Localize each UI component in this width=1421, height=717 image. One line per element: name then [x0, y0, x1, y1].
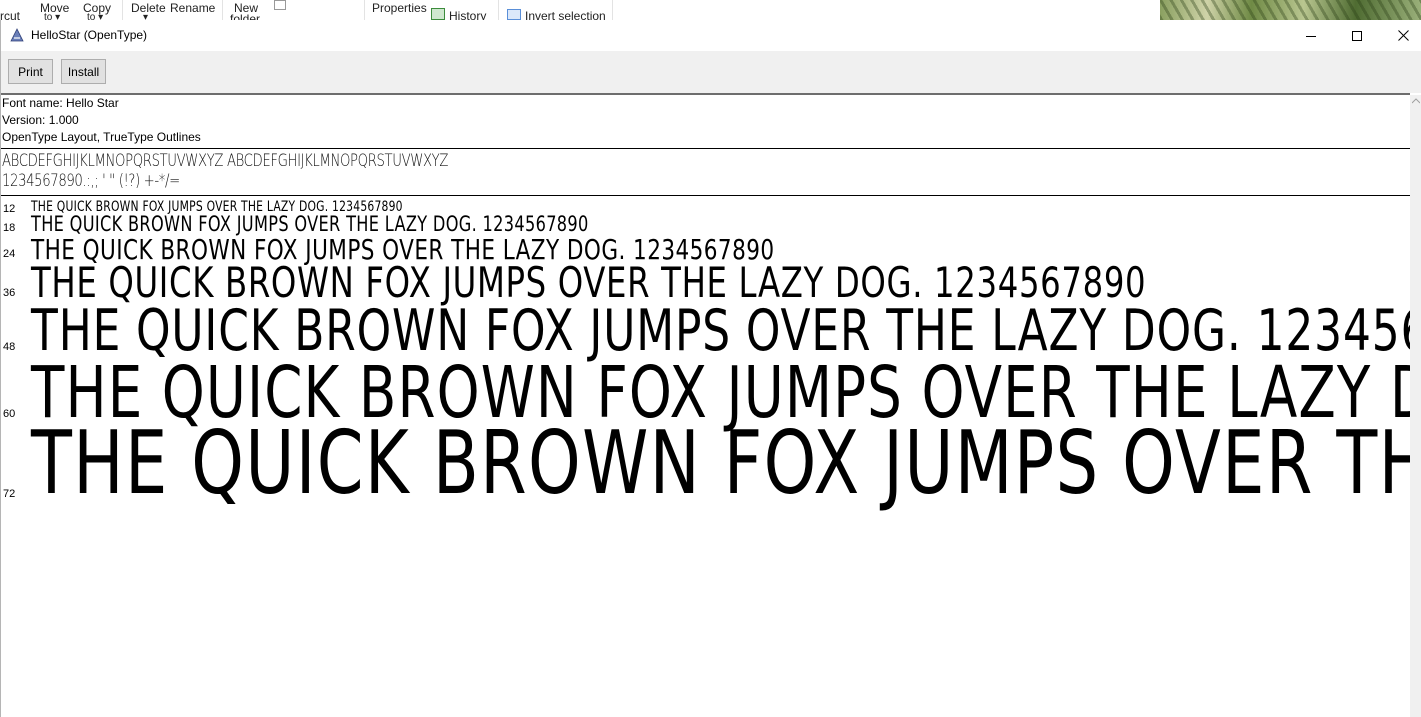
invert-selection-icon — [507, 9, 521, 20]
sample-size-label: 48 — [3, 341, 16, 353]
ribbon-history-button[interactable]: History — [449, 9, 486, 20]
ribbon-invert-selection-button[interactable]: Invert selection — [525, 9, 606, 20]
ribbon-separator — [498, 0, 499, 20]
sample-size-label: 60 — [3, 408, 16, 420]
ribbon-cut-label[interactable]: rcut — [0, 9, 20, 20]
minimize-button[interactable] — [1288, 20, 1334, 51]
ribbon-separator — [364, 0, 365, 20]
ribbon-checkbox-icon[interactable] — [274, 0, 286, 10]
font-samples-area: 12 THE QUICK BROWN FOX JUMPS OVER THE LA… — [1, 195, 1410, 717]
font-name-label: Font name: Hello Star — [2, 96, 119, 110]
print-button[interactable]: Print — [8, 59, 53, 84]
minimize-icon — [1306, 35, 1316, 37]
title-bar[interactable]: HelloStar (OpenType) — [1, 20, 1421, 51]
window-title: HelloStar (OpenType) — [31, 28, 148, 42]
maximize-button[interactable] — [1334, 20, 1380, 51]
desktop-wallpaper — [1160, 0, 1421, 20]
content-border — [1, 93, 1410, 95]
font-app-icon — [10, 28, 24, 42]
sample-size-label: 18 — [3, 222, 16, 234]
font-version-label: Version: 1.000 — [2, 113, 79, 127]
font-viewer-window: HelloStar (OpenType) Print Install Font … — [0, 20, 1421, 717]
close-button[interactable] — [1380, 20, 1421, 51]
ribbon-new-folder-sub: folder — [230, 12, 261, 20]
ribbon-delete-sub: ▾ — [143, 12, 149, 20]
sample-size-label: 36 — [3, 287, 16, 299]
sample-size-label: 72 — [3, 488, 16, 500]
divider — [1, 148, 1410, 149]
ribbon-move-sub: to ▾ — [44, 12, 61, 20]
install-button[interactable]: Install — [61, 59, 106, 84]
ribbon-rename-button[interactable]: Rename — [170, 1, 215, 15]
ribbon-separator — [222, 0, 223, 20]
toolbar: Print Install — [1, 51, 1421, 93]
explorer-ribbon-background: rcut Move to ▾ Copy to ▾ Delete ▾ Rename… — [0, 0, 1421, 20]
charset-letters: ABCDEFGHIJKLMNOPQRSTUVWXYZ ABCDEFGHIJKLM… — [2, 151, 449, 171]
scroll-up-arrow-icon[interactable] — [1412, 98, 1420, 104]
history-icon — [431, 8, 445, 20]
ribbon-delete-button[interactable]: Delete — [131, 1, 166, 15]
ribbon-properties-button[interactable]: Properties — [372, 1, 427, 15]
close-icon — [1397, 30, 1409, 41]
maximize-icon — [1352, 30, 1362, 41]
ribbon-copy-sub: to ▾ — [87, 12, 104, 20]
sample-size-label: 12 — [3, 203, 16, 215]
ribbon-separator — [122, 0, 123, 20]
sample-size-label: 24 — [3, 248, 16, 260]
ribbon-separator — [612, 0, 613, 20]
vertical-scrollbar[interactable] — [1410, 95, 1421, 717]
sample-text: THE QUICK BROWN FOX JUMPS OVER THE LAZY … — [31, 412, 1410, 514]
charset-digits-punctuation: 1234567890.:,; ' " (!?) +-*/= — [2, 171, 180, 191]
font-technology-label: OpenType Layout, TrueType Outlines — [2, 130, 201, 144]
